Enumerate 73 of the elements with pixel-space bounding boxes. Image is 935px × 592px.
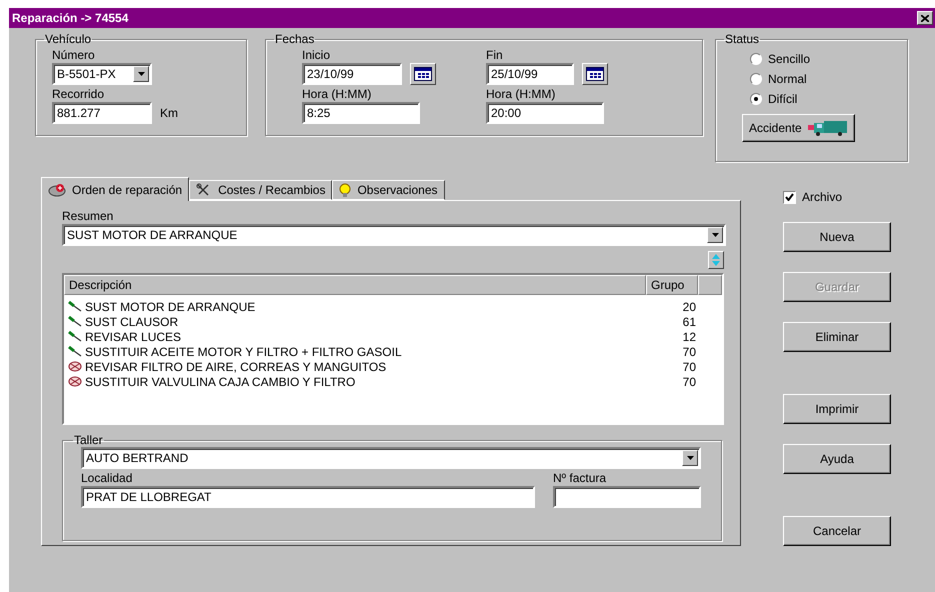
tab[interactable]: Observaciones xyxy=(332,180,444,200)
action-button[interactable]: Nueva xyxy=(783,222,891,252)
gear-part-icon xyxy=(68,376,82,387)
column-header[interactable]: Grupo xyxy=(646,275,698,295)
summary-dropdown[interactable]: SUST MOTOR DE ARRANQUE xyxy=(62,224,726,246)
table-cell-text: 12 xyxy=(682,330,697,344)
archive-checkbox[interactable]: Archivo xyxy=(783,190,891,204)
table-cell-text: 70 xyxy=(682,344,697,358)
table-cell-text: 70 xyxy=(682,360,697,374)
wrench-icon xyxy=(68,331,82,342)
field-label: Recorrido xyxy=(52,87,106,101)
end-time-field[interactable]: 20:00 xyxy=(486,102,604,124)
calendar-button[interactable] xyxy=(410,63,436,85)
tab[interactable]: Orden de reparación xyxy=(41,177,190,201)
action-button[interactable]: Eliminar xyxy=(783,322,891,352)
table-cell-text: SUST MOTOR DE ARRANQUE xyxy=(85,300,256,314)
action-button[interactable]: Imprimir xyxy=(783,394,891,424)
vehicle-number-dropdown[interactable]: B-5501-PX xyxy=(52,63,152,85)
table-cell-text: REVISAR FILTRO DE AIRE, CORREAS Y MANGUITOS xyxy=(85,360,388,374)
table-cell-text: REVISAR LUCES xyxy=(85,330,182,344)
group-label: Status xyxy=(724,32,760,46)
field-label: Resumen xyxy=(62,209,114,223)
calendar-icon xyxy=(586,67,604,81)
truck-icon xyxy=(808,120,848,136)
table-cell-text: SUSTITUIR VALVULINA CAJA CAMBIO Y FILTRO xyxy=(85,374,356,388)
start-time-field[interactable]: 8:25 xyxy=(302,102,420,124)
close-button[interactable] xyxy=(917,11,933,25)
table-cell-text: 61 xyxy=(682,314,697,328)
field-label: Número xyxy=(52,48,96,62)
close-icon xyxy=(921,14,929,22)
group-label: Vehículo xyxy=(44,32,92,46)
group-label: Taller xyxy=(73,433,104,447)
column-header[interactable]: Descripción xyxy=(64,275,646,295)
start-date-field[interactable]: 23/10/99 xyxy=(302,63,402,85)
car-icon xyxy=(48,182,66,196)
status-radio[interactable]: Normal xyxy=(750,72,895,86)
check-icon xyxy=(785,193,794,201)
table-cell-text: 70 xyxy=(682,374,697,388)
action-button[interactable]: Cancelar xyxy=(783,516,891,546)
table-cell-text: SUST CLAUSOR xyxy=(85,314,180,328)
locality-field[interactable]: PRAT DE LLOBREGAT xyxy=(81,486,535,508)
dropdown-arrow-icon xyxy=(712,233,718,237)
calendar-button[interactable] xyxy=(582,63,608,85)
invoice-field[interactable] xyxy=(553,486,701,508)
status-radio[interactable]: Difícil xyxy=(750,92,895,106)
table-cell-text: SUSTITUIR ACEITE MOTOR Y FILTRO + FILTRO GASOIL xyxy=(85,344,403,358)
end-date-field[interactable]: 25/10/99 xyxy=(486,63,574,85)
field-label: Localidad xyxy=(81,471,134,485)
unit-label: Km xyxy=(160,106,178,120)
up-down-arrows-icon xyxy=(712,254,720,266)
dropdown-arrow-icon xyxy=(686,456,694,460)
dropdown-arrow-icon xyxy=(138,72,144,76)
field-label: Hora (H:MM) xyxy=(302,87,372,101)
window-title: Reparación -> 74554 xyxy=(12,11,128,25)
workshop-dropdown[interactable]: AUTO BERTRAND xyxy=(81,447,701,469)
gear-part-icon xyxy=(68,361,82,372)
wrench-icon xyxy=(68,301,82,312)
tab[interactable]: Costes / Recambios xyxy=(189,180,332,200)
status-radio[interactable]: Sencillo xyxy=(750,52,895,66)
calendar-icon xyxy=(414,67,432,81)
wrench-icon xyxy=(68,316,82,327)
scroll-button[interactable] xyxy=(708,251,724,269)
mileage-field[interactable]: 881.277 xyxy=(52,102,152,124)
field-label: Inicio xyxy=(302,48,332,62)
wrench-icon xyxy=(68,346,82,357)
field-label: Nº factura xyxy=(553,471,608,485)
accident-button[interactable]: Accidente xyxy=(742,114,855,142)
field-label: Hora (H:MM) xyxy=(486,87,556,101)
field-label: Fin xyxy=(486,48,504,62)
group-label: Fechas xyxy=(274,32,316,46)
table-cell-text: 20 xyxy=(682,300,697,314)
lightbulb-icon xyxy=(339,182,352,198)
action-button[interactable]: Ayuda xyxy=(783,444,891,474)
